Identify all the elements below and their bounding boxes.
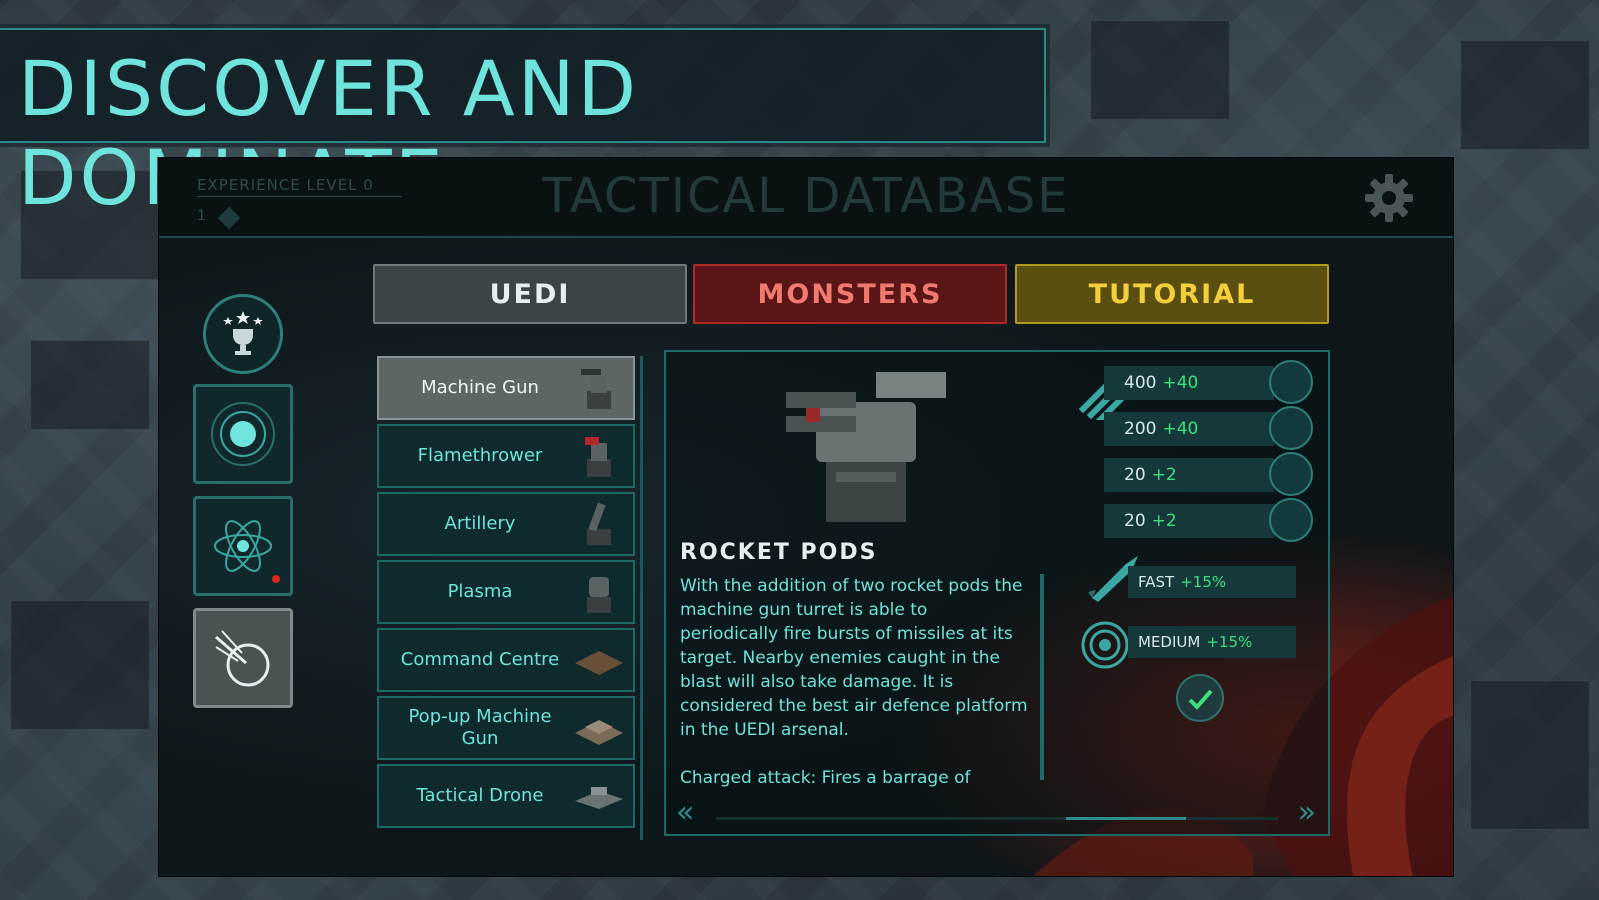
previous-arrow-icon[interactable]: « bbox=[676, 798, 694, 828]
list-item-popup-machine-gun[interactable]: Pop-up Machine Gun bbox=[377, 696, 635, 760]
list-item-label: Pop-up Machine Gun bbox=[408, 706, 552, 749]
tactical-drone-thumbnail-icon bbox=[575, 787, 623, 809]
description-text: With the addition of two rocket pods the… bbox=[680, 576, 1028, 740]
next-arrow-icon[interactable]: » bbox=[1298, 798, 1316, 828]
stat-bonus: +2 bbox=[1151, 511, 1177, 531]
stat-bonus: +40 bbox=[1162, 373, 1199, 393]
sidebar-item-trophy[interactable] bbox=[203, 294, 283, 374]
monster-stat-icon bbox=[1269, 498, 1313, 542]
range-bonus: +15% bbox=[1206, 633, 1253, 651]
planet-icon bbox=[211, 402, 275, 466]
list-item-label: Tactical Drone bbox=[416, 785, 544, 807]
panel-header: EXPERIENCE LEVEL 0 1 TACTICAL DATABASE bbox=[159, 158, 1453, 238]
stat-damage: 400 +40 bbox=[1104, 366, 1274, 400]
range-stat: MEDIUM +15% bbox=[1128, 626, 1296, 658]
air-target-check-icon bbox=[1176, 674, 1224, 722]
map-building bbox=[30, 340, 150, 430]
monster-stat-icon bbox=[1269, 452, 1313, 496]
map-building bbox=[1460, 40, 1590, 150]
flamethrower-thumbnail-icon bbox=[585, 437, 611, 477]
list-item-label: Artillery bbox=[444, 513, 516, 535]
list-item-label: Command Centre bbox=[400, 649, 560, 671]
stat-value: 20 bbox=[1124, 511, 1146, 531]
unit-description: With the addition of two rocket pods the… bbox=[680, 574, 1030, 790]
radar-icon bbox=[215, 630, 270, 687]
atom-icon bbox=[214, 520, 272, 572]
artillery-thumbnail-icon bbox=[587, 502, 611, 545]
list-item-tactical-drone[interactable]: Tactical Drone bbox=[377, 764, 635, 828]
stat-health: 200 +40 bbox=[1104, 412, 1274, 446]
machine-gun-turret-image bbox=[786, 372, 946, 522]
plasma-thumbnail-icon bbox=[587, 577, 611, 613]
stat-value: 20 bbox=[1124, 465, 1146, 485]
description-scrollbar[interactable] bbox=[1040, 574, 1044, 780]
range-label: MEDIUM bbox=[1138, 633, 1201, 651]
target-icon bbox=[1081, 621, 1129, 669]
list-item-flamethrower[interactable]: Flamethrower bbox=[377, 424, 635, 488]
sidebar-item-database[interactable] bbox=[193, 608, 293, 708]
charged-attack-text: Charged attack: Fires a barrage of bbox=[680, 768, 971, 788]
stat-value: 200 bbox=[1124, 419, 1157, 439]
fire-rate-bonus: +15% bbox=[1180, 573, 1227, 591]
popup-machine-gun-thumbnail-icon bbox=[575, 720, 623, 745]
gear-icon[interactable] bbox=[1363, 172, 1415, 224]
scrollbar-thumb[interactable] bbox=[1066, 817, 1186, 820]
horizontal-scrollbar[interactable] bbox=[716, 817, 1278, 820]
monster-stat-icon bbox=[1269, 406, 1313, 450]
list-item-command-centre[interactable]: Command Centre bbox=[377, 628, 635, 692]
list-item-machine-gun[interactable]: Machine Gun bbox=[377, 356, 635, 420]
map-building bbox=[1470, 680, 1590, 830]
tab-monsters[interactable]: MONSTERS bbox=[693, 264, 1007, 324]
sidebar-item-planet[interactable] bbox=[193, 384, 293, 484]
tab-tutorial[interactable]: TUTORIAL bbox=[1015, 264, 1329, 324]
unit-name: ROCKET PODS bbox=[680, 540, 878, 565]
sidebar-item-research[interactable] bbox=[193, 496, 293, 596]
page-title: TACTICAL DATABASE bbox=[542, 168, 1070, 224]
list-item-label: Plasma bbox=[447, 581, 513, 603]
monster-stat-icon bbox=[1269, 360, 1313, 404]
map-building bbox=[1090, 20, 1230, 120]
command-centre-thumbnail-icon bbox=[575, 651, 623, 675]
fire-rate-stat: FAST +15% bbox=[1128, 566, 1296, 598]
unit-list[interactable]: Machine Gun Flamethrower Artillery Plasm… bbox=[375, 356, 643, 840]
stat-armor: 20 +2 bbox=[1104, 458, 1274, 492]
stat-bonus: +40 bbox=[1162, 419, 1199, 439]
list-item-label: Flamethrower bbox=[417, 445, 543, 467]
stat-range: 20 +2 bbox=[1104, 504, 1274, 538]
list-item-label: Machine Gun bbox=[421, 377, 539, 399]
fire-rate-label: FAST bbox=[1138, 573, 1175, 591]
notification-dot bbox=[272, 575, 280, 583]
tab-uedi[interactable]: UEDI bbox=[373, 264, 687, 324]
list-item-artillery[interactable]: Artillery bbox=[377, 492, 635, 556]
trophy-icon bbox=[223, 311, 263, 355]
stat-bonus: +2 bbox=[1151, 465, 1177, 485]
machine-gun-thumbnail-icon bbox=[581, 369, 611, 409]
promo-banner: DISCOVER AND DOMINATE bbox=[0, 28, 1046, 222]
list-item-plasma[interactable]: Plasma bbox=[377, 560, 635, 624]
unit-detail-pane: ROCKET PODS With the addition of two roc… bbox=[664, 350, 1330, 836]
tactical-database-panel: EXPERIENCE LEVEL 0 1 TACTICAL DATABASE U… bbox=[158, 157, 1454, 877]
stat-value: 400 bbox=[1124, 373, 1157, 393]
map-building bbox=[10, 600, 150, 730]
